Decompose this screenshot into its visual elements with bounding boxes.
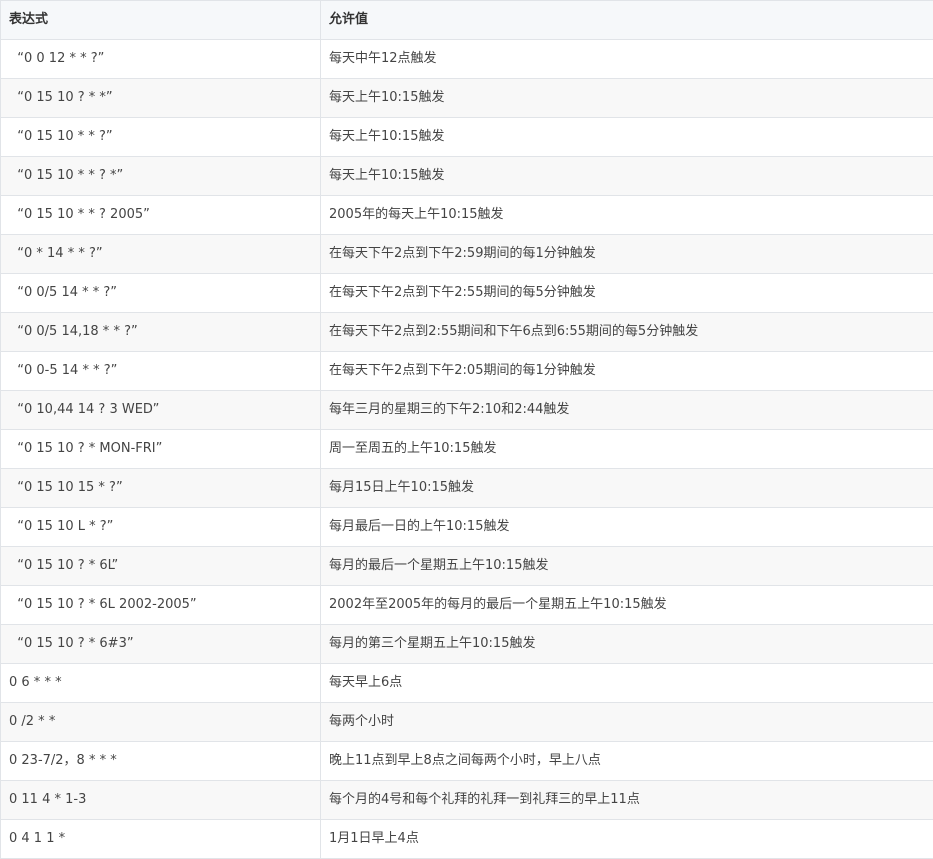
table-row: “0 0/5 14 * * ?”在每天下午2点到下午2:55期间的每5分钟触发 [1,274,933,313]
table-row: “0 15 10 ? * 6L 2002-2005”2002年至2005年的每月… [1,586,933,625]
description-cell: 每两个小时 [321,703,933,742]
table-row: 0 23-7/2，8 * * *晚上11点到早上8点之间每两个小时，早上八点 [1,742,933,781]
description-cell: 晚上11点到早上8点之间每两个小时，早上八点 [321,742,933,781]
expression-cell: “0 15 10 L * ?” [1,508,321,547]
expression-cell: “0 15 10 * * ?” [1,118,321,157]
description-cell: 2002年至2005年的每月的最后一个星期五上午10:15触发 [321,586,933,625]
description-cell: 在每天下午2点到下午2:55期间的每5分钟触发 [321,274,933,313]
description-cell: 2005年的每天上午10:15触发 [321,196,933,235]
table-row: “0 15 10 * * ? 2005”2005年的每天上午10:15触发 [1,196,933,235]
description-cell: 每月最后一日的上午10:15触发 [321,508,933,547]
table-row: “0 15 10 ? * 6L”每月的最后一个星期五上午10:15触发 [1,547,933,586]
expression-cell: “0 15 10 ? * 6#3” [1,625,321,664]
expression-cell: 0 11 4 * 1-3 [1,781,321,820]
table-row: “0 0-5 14 * * ?”在每天下午2点到下午2:05期间的每1分钟触发 [1,352,933,391]
expression-cell: “0 * 14 * * ?” [1,235,321,274]
column-header-allowed-value: 允许值 [321,1,933,40]
table-row: “0 15 10 * * ? *”每天上午10:15触发 [1,157,933,196]
table-row: “0 10,44 14 ? 3 WED”每年三月的星期三的下午2:10和2:44… [1,391,933,430]
expression-cell: 0 /2 * * [1,703,321,742]
table-row: 0 /2 * *每两个小时 [1,703,933,742]
expression-cell: “0 15 10 15 * ?” [1,469,321,508]
table-row: “0 * 14 * * ?”在每天下午2点到下午2:59期间的每1分钟触发 [1,235,933,274]
description-cell: 每天上午10:15触发 [321,157,933,196]
description-cell: 每天中午12点触发 [321,40,933,79]
table-row: “0 15 10 ? * *”每天上午10:15触发 [1,79,933,118]
description-cell: 每月15日上午10:15触发 [321,469,933,508]
expression-cell: “0 15 10 ? * MON-FRI” [1,430,321,469]
column-header-expression: 表达式 [1,1,321,40]
cron-expression-table: 表达式 允许值 “0 0 12 * * ?”每天中午12点触发 “0 15 10… [0,0,933,859]
table-row: “0 0 12 * * ?”每天中午12点触发 [1,40,933,79]
table-row: 0 11 4 * 1-3每个月的4号和每个礼拜的礼拜一到礼拜三的早上11点 [1,781,933,820]
expression-cell: “0 10,44 14 ? 3 WED” [1,391,321,430]
expression-cell: “0 15 10 ? * *” [1,79,321,118]
description-cell: 每天早上6点 [321,664,933,703]
description-cell: 每天上午10:15触发 [321,118,933,157]
description-cell: 周一至周五的上午10:15触发 [321,430,933,469]
expression-cell: 0 4 1 1 * [1,820,321,859]
expression-cell: “0 0/5 14,18 * * ?” [1,313,321,352]
description-cell: 1月1日早上4点 [321,820,933,859]
table-row: “0 15 10 * * ?”每天上午10:15触发 [1,118,933,157]
table-row: “0 0/5 14,18 * * ?”在每天下午2点到2:55期间和下午6点到6… [1,313,933,352]
expression-cell: “0 15 10 ? * 6L” [1,547,321,586]
expression-cell: “0 0-5 14 * * ?” [1,352,321,391]
description-cell: 在每天下午2点到2:55期间和下午6点到6:55期间的每5分钟触发 [321,313,933,352]
expression-cell: 0 23-7/2，8 * * * [1,742,321,781]
expression-cell: “0 15 10 * * ? *” [1,157,321,196]
description-cell: 每月的第三个星期五上午10:15触发 [321,625,933,664]
expression-cell: “0 0/5 14 * * ?” [1,274,321,313]
table-row: 0 6 * * *每天早上6点 [1,664,933,703]
expression-cell: “0 15 10 ? * 6L 2002-2005” [1,586,321,625]
description-cell: 每年三月的星期三的下午2:10和2:44触发 [321,391,933,430]
table-row: “0 15 10 ? * 6#3”每月的第三个星期五上午10:15触发 [1,625,933,664]
expression-cell: 0 6 * * * [1,664,321,703]
table-row: 0 4 1 1 *1月1日早上4点 [1,820,933,859]
expression-cell: “0 0 12 * * ?” [1,40,321,79]
expression-cell: “0 15 10 * * ? 2005” [1,196,321,235]
description-cell: 每个月的4号和每个礼拜的礼拜一到礼拜三的早上11点 [321,781,933,820]
table-header-row: 表达式 允许值 [1,1,933,40]
description-cell: 每月的最后一个星期五上午10:15触发 [321,547,933,586]
table-row: “0 15 10 L * ?”每月最后一日的上午10:15触发 [1,508,933,547]
table-row: “0 15 10 15 * ?”每月15日上午10:15触发 [1,469,933,508]
description-cell: 在每天下午2点到下午2:05期间的每1分钟触发 [321,352,933,391]
description-cell: 每天上午10:15触发 [321,79,933,118]
description-cell: 在每天下午2点到下午2:59期间的每1分钟触发 [321,235,933,274]
table-row: “0 15 10 ? * MON-FRI”周一至周五的上午10:15触发 [1,430,933,469]
